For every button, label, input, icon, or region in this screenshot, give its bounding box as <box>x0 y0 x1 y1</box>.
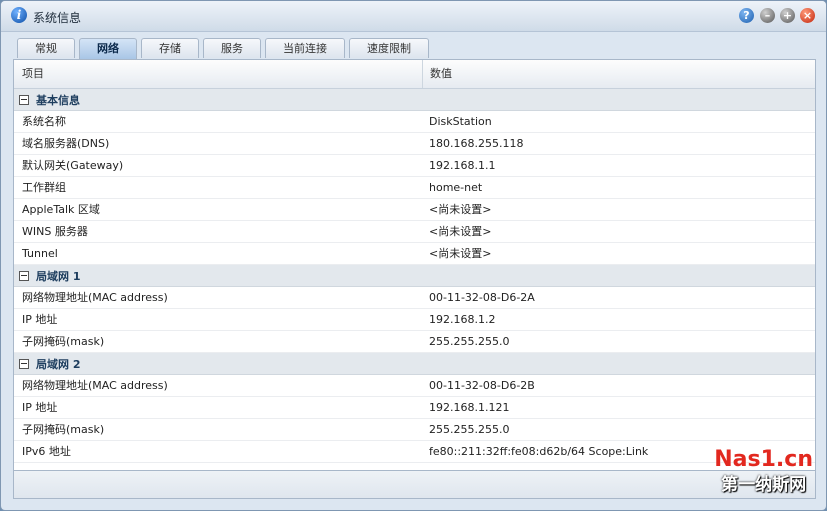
collapse-toggle-icon[interactable] <box>19 94 29 105</box>
row-value: fe80::211:32ff:fe08:d62b/64 Scope:Link <box>429 445 649 458</box>
column-header-item[interactable]: 项目 <box>14 60 423 88</box>
row-item: 网络物理地址(MAC address) <box>22 379 168 392</box>
table-row[interactable]: WINS 服务器 <尚未设置> <box>14 221 815 243</box>
table-row[interactable]: 网络物理地址(MAC address) 00-11-32-08-D6-2B <box>14 375 815 397</box>
table-row[interactable]: Tunnel <尚未设置> <box>14 243 815 265</box>
tab-general[interactable]: 常规 <box>17 38 75 58</box>
row-value: 192.168.1.121 <box>429 401 510 414</box>
row-item: IP 地址 <box>22 401 58 414</box>
table-row[interactable]: 系统名称 DiskStation <box>14 111 815 133</box>
row-value: 255.255.255.0 <box>429 423 510 436</box>
table-row[interactable]: 子网掩码(mask) 255.255.255.0 <box>14 331 815 353</box>
group-title: 基本信息 <box>36 93 80 107</box>
row-item: AppleTalk 区域 <box>22 203 100 216</box>
row-item: IPv6 地址 <box>22 445 71 458</box>
table-row[interactable]: IP 地址 192.168.1.121 <box>14 397 815 419</box>
column-header-value[interactable]: 数值 <box>423 60 452 88</box>
watermark: Nas1.cn 第一纳斯网 <box>714 447 813 495</box>
watermark-line-2: 第一纳斯网 <box>721 475 807 495</box>
table-row[interactable]: IPv6 地址 fe80::211:32ff:fe08:d62b/64 Scope… <box>14 441 815 463</box>
collapse-toggle-icon[interactable] <box>19 358 29 369</box>
row-item: IP 地址 <box>22 313 58 326</box>
group-title: 局域网 1 <box>36 269 81 283</box>
grid-header: 项目 数值 <box>14 60 815 89</box>
group-title: 局域网 2 <box>36 357 81 371</box>
tab-network[interactable]: 网络 <box>79 38 137 59</box>
info-grid: 项目 数值 基本信息 系统名称 DiskStation 域名服务器(DNS) 180… <box>13 59 816 499</box>
row-value: <尚未设置> <box>429 203 492 216</box>
table-row[interactable]: 域名服务器(DNS) 180.168.255.118 <box>14 133 815 155</box>
row-value: <尚未设置> <box>429 247 492 260</box>
status-bar <box>13 470 816 499</box>
table-row[interactable]: 子网掩码(mask) 255.255.255.0 <box>14 419 815 441</box>
minimize-icon[interactable]: – <box>760 8 775 23</box>
row-value: 192.168.1.1 <box>429 159 496 172</box>
row-item: 域名服务器(DNS) <box>22 137 110 150</box>
tab-storage[interactable]: 存储 <box>141 38 199 58</box>
row-value: DiskStation <box>429 115 492 128</box>
row-item: 系统名称 <box>22 115 66 128</box>
group-lan-1[interactable]: 局域网 1 <box>14 265 815 287</box>
window-title: 系统信息 <box>33 11 82 25</box>
row-item: 默认网关(Gateway) <box>22 159 124 172</box>
table-row[interactable]: 网络物理地址(MAC address) 00-11-32-08-D6-2A <box>14 287 815 309</box>
row-value: 180.168.255.118 <box>429 137 524 150</box>
row-value: 00-11-32-08-D6-2A <box>429 291 535 304</box>
row-item: 网络物理地址(MAC address) <box>22 291 168 304</box>
row-value: 00-11-32-08-D6-2B <box>429 379 535 392</box>
row-value: home-net <box>429 181 483 194</box>
row-value: 255.255.255.0 <box>429 335 510 348</box>
title-bar[interactable]: i 系统信息 ? – + × <box>1 1 826 32</box>
row-value: 192.168.1.2 <box>429 313 496 326</box>
tab-speed-limit[interactable]: 速度限制 <box>349 38 429 58</box>
table-row[interactable]: IP 地址 192.168.1.2 <box>14 309 815 331</box>
close-icon[interactable]: × <box>800 8 815 23</box>
group-lan-2[interactable]: 局域网 2 <box>14 353 815 375</box>
table-row[interactable]: 工作群组 home-net <box>14 177 815 199</box>
table-row[interactable]: AppleTalk 区域 <尚未设置> <box>14 199 815 221</box>
group-basic-info[interactable]: 基本信息 <box>14 89 815 111</box>
row-item: 工作群组 <box>22 181 66 194</box>
collapse-toggle-icon[interactable] <box>19 270 29 281</box>
help-icon[interactable]: ? <box>739 8 754 23</box>
row-item: 子网掩码(mask) <box>22 335 105 348</box>
table-row[interactable]: 默认网关(Gateway) 192.168.1.1 <box>14 155 815 177</box>
row-item: WINS 服务器 <box>22 225 88 238</box>
row-value: <尚未设置> <box>429 225 492 238</box>
system-info-window: i 系统信息 ? – + × 常规 网络 存储 服务 当前连接 速度限制 项目 … <box>0 0 827 511</box>
watermark-line-1: Nas1.cn <box>714 447 813 472</box>
maximize-icon[interactable]: + <box>780 8 795 23</box>
tab-services[interactable]: 服务 <box>203 38 261 58</box>
row-item: Tunnel <box>22 247 58 260</box>
row-item: 子网掩码(mask) <box>22 423 105 436</box>
tab-current-connections[interactable]: 当前连接 <box>265 38 345 58</box>
info-icon: i <box>11 7 27 23</box>
